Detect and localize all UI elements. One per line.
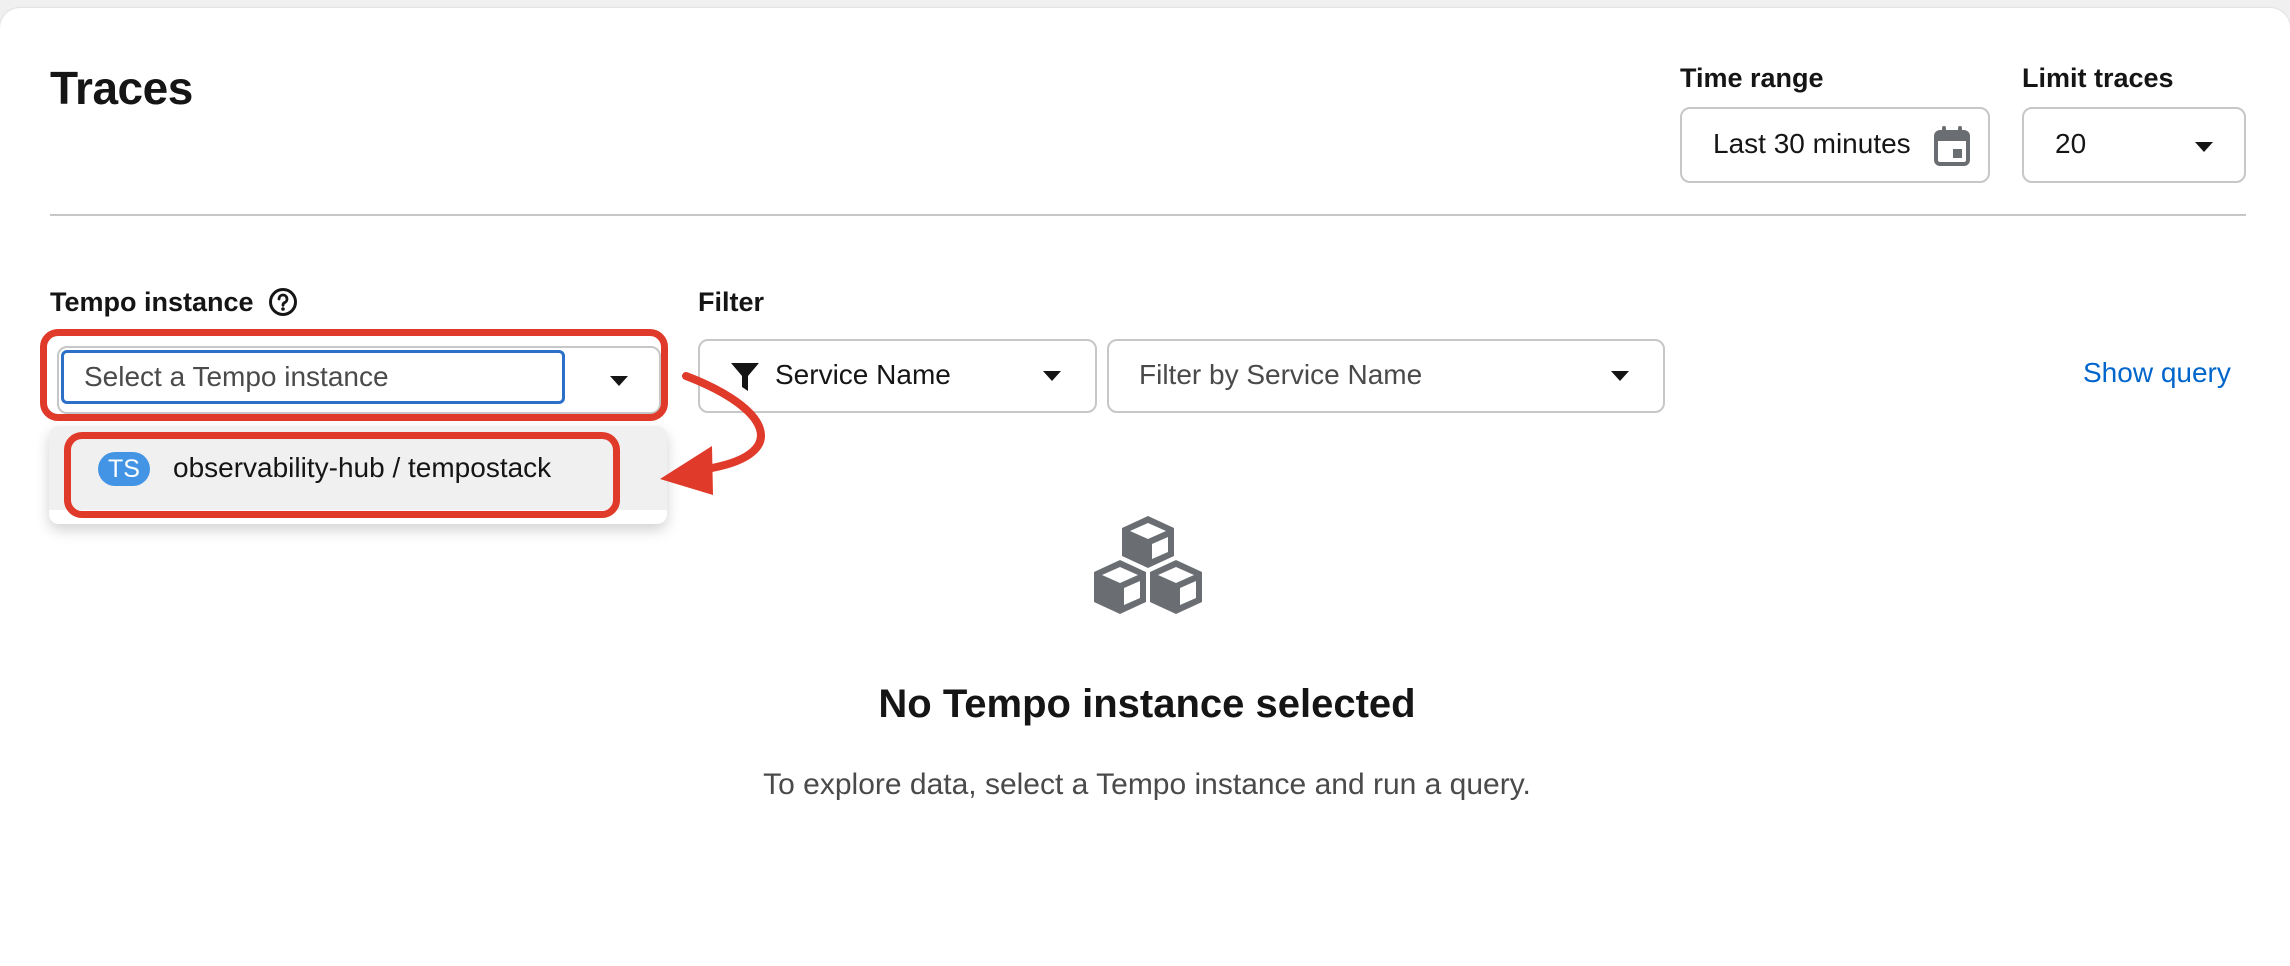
annotation-arrow	[660, 372, 765, 495]
time-range-picker[interactable]: Last 30 minutes	[1680, 107, 1990, 183]
empty-state-title: No Tempo instance selected	[878, 682, 1416, 726]
cubes-icon	[1090, 514, 1206, 622]
time-range-value: Last 30 minutes	[1713, 128, 1911, 159]
annotation-highlight-select	[40, 329, 668, 421]
tempo-instance-label: Tempo instance	[50, 287, 254, 317]
limit-traces-select[interactable]: 20	[2022, 107, 2246, 183]
filter-label: Filter	[698, 287, 765, 317]
page-title: Traces	[50, 62, 193, 114]
limit-traces-value: 20	[2055, 128, 2087, 159]
chevron-down-icon	[2195, 142, 2213, 152]
chevron-down-icon	[1043, 371, 1061, 381]
service-name-filter-placeholder: Filter by Service Name	[1139, 359, 1423, 390]
header-divider	[50, 214, 2246, 216]
service-name-filter-select[interactable]: Filter by Service Name	[1107, 339, 1665, 413]
empty-state-body: To explore data, select a Tempo instance…	[763, 768, 1531, 801]
question-circle-icon[interactable]	[268, 287, 298, 317]
filter-attribute-value: Service Name	[775, 359, 951, 390]
tempo-instance-label-group: Tempo instance	[50, 284, 298, 320]
calendar-icon[interactable]	[1932, 125, 1972, 167]
annotation-highlight-option	[64, 432, 620, 518]
show-query-link[interactable]: Show query	[2083, 357, 2231, 389]
traces-page: Traces Time range Last 30 minutes Limit …	[0, 8, 2290, 966]
time-range-label: Time range	[1680, 63, 1824, 93]
limit-traces-label: Limit traces	[2022, 63, 2174, 93]
chevron-down-icon	[1611, 371, 1629, 381]
